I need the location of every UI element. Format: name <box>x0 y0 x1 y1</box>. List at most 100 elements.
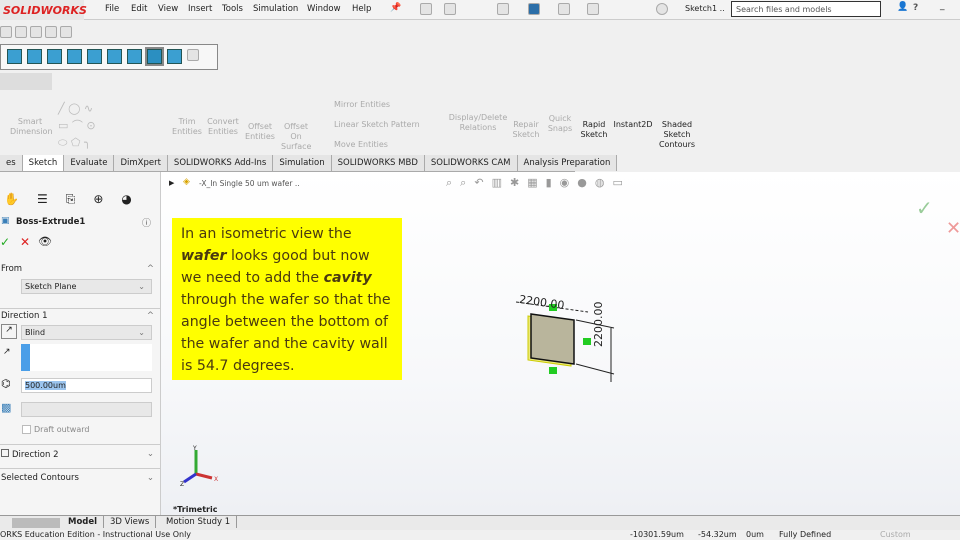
tab-addins[interactable]: SOLIDWORKS Add-Ins <box>167 155 274 171</box>
zoom-area-icon[interactable]: ⌕ <box>460 176 466 190</box>
annotation-icon[interactable] <box>0 26 12 38</box>
smart-dimension-button[interactable]: Smart Dimension <box>10 117 53 137</box>
tab-analysis-preparation[interactable]: Analysis Preparation <box>517 155 618 171</box>
menu-view[interactable]: View <box>158 4 178 14</box>
tab-model[interactable]: Model <box>68 517 97 527</box>
print-icon[interactable] <box>528 3 540 15</box>
search-input[interactable]: Search files and models <box>731 1 881 17</box>
tree-expand-icon[interactable]: ▶ <box>169 179 174 187</box>
cancel-x-icon[interactable]: ✕ <box>946 218 960 239</box>
direction2-section-header[interactable]: Direction 2 ⌄ <box>0 444 160 460</box>
configuration-dropdown[interactable] <box>0 73 52 90</box>
menu-file[interactable]: File <box>105 4 119 14</box>
edit-appearance-icon[interactable]: ● <box>577 176 587 190</box>
pin-icon[interactable]: 📌 <box>390 3 401 13</box>
repair-sketch-button[interactable]: Repair Sketch <box>511 120 541 140</box>
select-icon[interactable] <box>587 3 599 15</box>
tab-cam[interactable]: SOLIDWORKS CAM <box>424 155 518 171</box>
minimize-icon[interactable]: _ <box>940 1 945 11</box>
cancel-icon[interactable]: ✕ <box>20 235 30 249</box>
tab-simulation[interactable]: Simulation <box>273 155 332 171</box>
linear-sketch-pattern-button[interactable]: Linear Sketch Pattern <box>334 120 420 130</box>
view-back-icon[interactable] <box>27 49 42 64</box>
view-trimetric-icon[interactable] <box>145 47 164 66</box>
home-icon[interactable] <box>420 3 432 15</box>
tab-sketch[interactable]: Sketch <box>22 155 65 171</box>
draft-icon[interactable]: ▩ <box>1 401 11 414</box>
dimension-vertical[interactable]: 2200.00 <box>592 302 605 348</box>
annotation-icon[interactable] <box>44 26 57 38</box>
help-icon[interactable]: ⓘ <box>142 216 151 229</box>
ok-icon[interactable]: ✓ <box>0 235 10 249</box>
zoom-to-fit-icon[interactable]: ⌕ <box>446 176 452 190</box>
new-document-icon[interactable] <box>444 3 456 15</box>
view-selector-icon[interactable] <box>187 49 199 61</box>
help-icon[interactable]: ? <box>913 3 918 13</box>
tab-dimxpert[interactable]: DimXpert <box>114 155 168 171</box>
annotation-icon[interactable] <box>59 26 72 38</box>
trim-entities-button[interactable]: Trim Entities <box>172 117 202 137</box>
offset-entities-button[interactable]: Offset Entities <box>245 122 275 142</box>
tab-mbd[interactable]: SOLIDWORKS MBD <box>331 155 425 171</box>
menu-window[interactable]: Window <box>307 4 341 14</box>
solidworks-logo[interactable]: SOLIDWORKS <box>0 0 87 20</box>
tab-3d-views[interactable]: 3D Views <box>103 516 157 528</box>
rapid-sketch-button[interactable]: Rapid Sketch <box>578 120 610 140</box>
view-top-icon[interactable] <box>87 49 102 64</box>
part-name[interactable]: -X_In Single 50 um wafer .. <box>199 179 300 188</box>
menu-insert[interactable]: Insert <box>188 4 212 14</box>
feature-manager-icon[interactable]: ✋ <box>4 192 19 208</box>
tab-scroll-buttons[interactable] <box>12 518 60 528</box>
view-left-icon[interactable] <box>47 49 62 64</box>
shaded-sketch-contours-button[interactable]: Shaded Sketch Contours <box>656 120 698 150</box>
view-orientation-icon[interactable]: ▦ <box>527 176 537 190</box>
preview-eye-icon[interactable]: 👁 <box>38 235 52 248</box>
undo-icon[interactable] <box>558 3 570 15</box>
dimxpert-manager-icon[interactable]: ⊕ <box>93 192 103 208</box>
mirror-entities-button[interactable]: Mirror Entities <box>334 100 390 110</box>
annotation-icon[interactable] <box>29 26 42 38</box>
units-selector[interactable]: Custom <box>880 530 911 539</box>
menu-tools[interactable]: Tools <box>222 4 243 14</box>
view-dimetric-icon[interactable] <box>167 49 182 64</box>
rebuild-icon[interactable] <box>656 3 668 15</box>
move-entities-button[interactable]: Move Entities <box>334 140 388 150</box>
view-front-icon[interactable] <box>7 49 22 64</box>
view-settings-icon[interactable]: ▭ <box>612 176 622 190</box>
section-view-icon[interactable]: ▥ <box>492 176 502 190</box>
annotation-icon[interactable] <box>14 26 27 38</box>
user-icon[interactable]: 👤 <box>897 2 908 12</box>
view-right-icon[interactable] <box>67 49 82 64</box>
apply-scene-icon[interactable]: ◍ <box>595 176 605 190</box>
direction2-checkbox[interactable] <box>1 449 9 457</box>
offset-on-surface-button[interactable]: Offset On Surface <box>281 122 311 152</box>
configuration-manager-icon[interactable]: ⎘ <box>66 192 76 208</box>
display-delete-relations-button[interactable]: Display/Delete Relations <box>448 113 508 133</box>
confirm-check-icon[interactable]: ✓ <box>916 196 933 220</box>
direction-selection-box[interactable] <box>21 344 152 371</box>
menu-help[interactable]: Help <box>352 4 371 14</box>
menu-edit[interactable]: Edit <box>131 4 147 14</box>
depth-input[interactable]: 500.00um <box>21 378 152 393</box>
display-manager-icon[interactable]: ◕ <box>121 192 131 208</box>
instant2d-button[interactable]: Instant2D <box>612 120 654 130</box>
previous-view-icon[interactable]: ↶ <box>474 176 483 190</box>
display-style-icon[interactable]: ▮ <box>546 176 552 190</box>
save-icon[interactable] <box>497 3 509 15</box>
direction1-section-header[interactable]: Direction 1 ^ <box>0 308 160 321</box>
view-bottom-icon[interactable] <box>107 49 122 64</box>
end-condition-dropdown[interactable]: Blind ⌄ <box>21 325 152 340</box>
convert-entities-button[interactable]: Convert Entities <box>205 117 241 137</box>
from-dropdown[interactable]: Sketch Plane ⌄ <box>21 279 152 294</box>
view-isometric-icon[interactable] <box>127 49 142 64</box>
tab-motion-study[interactable]: Motion Study 1 <box>160 516 238 528</box>
draft-angle-input[interactable] <box>21 402 152 417</box>
reverse-direction-icon[interactable]: ↗ <box>1 324 17 339</box>
property-manager-icon[interactable]: ☰ <box>37 192 48 208</box>
quick-snaps-button[interactable]: Quick Snaps <box>545 114 575 134</box>
selected-contours-header[interactable]: Selected Contours ⌄ <box>0 468 160 483</box>
draft-outward-checkbox[interactable] <box>22 425 31 434</box>
menu-simulation[interactable]: Simulation <box>253 4 298 14</box>
tab-features[interactable]: es <box>0 155 23 171</box>
dynamic-annotation-icon[interactable]: ✱ <box>510 176 519 190</box>
